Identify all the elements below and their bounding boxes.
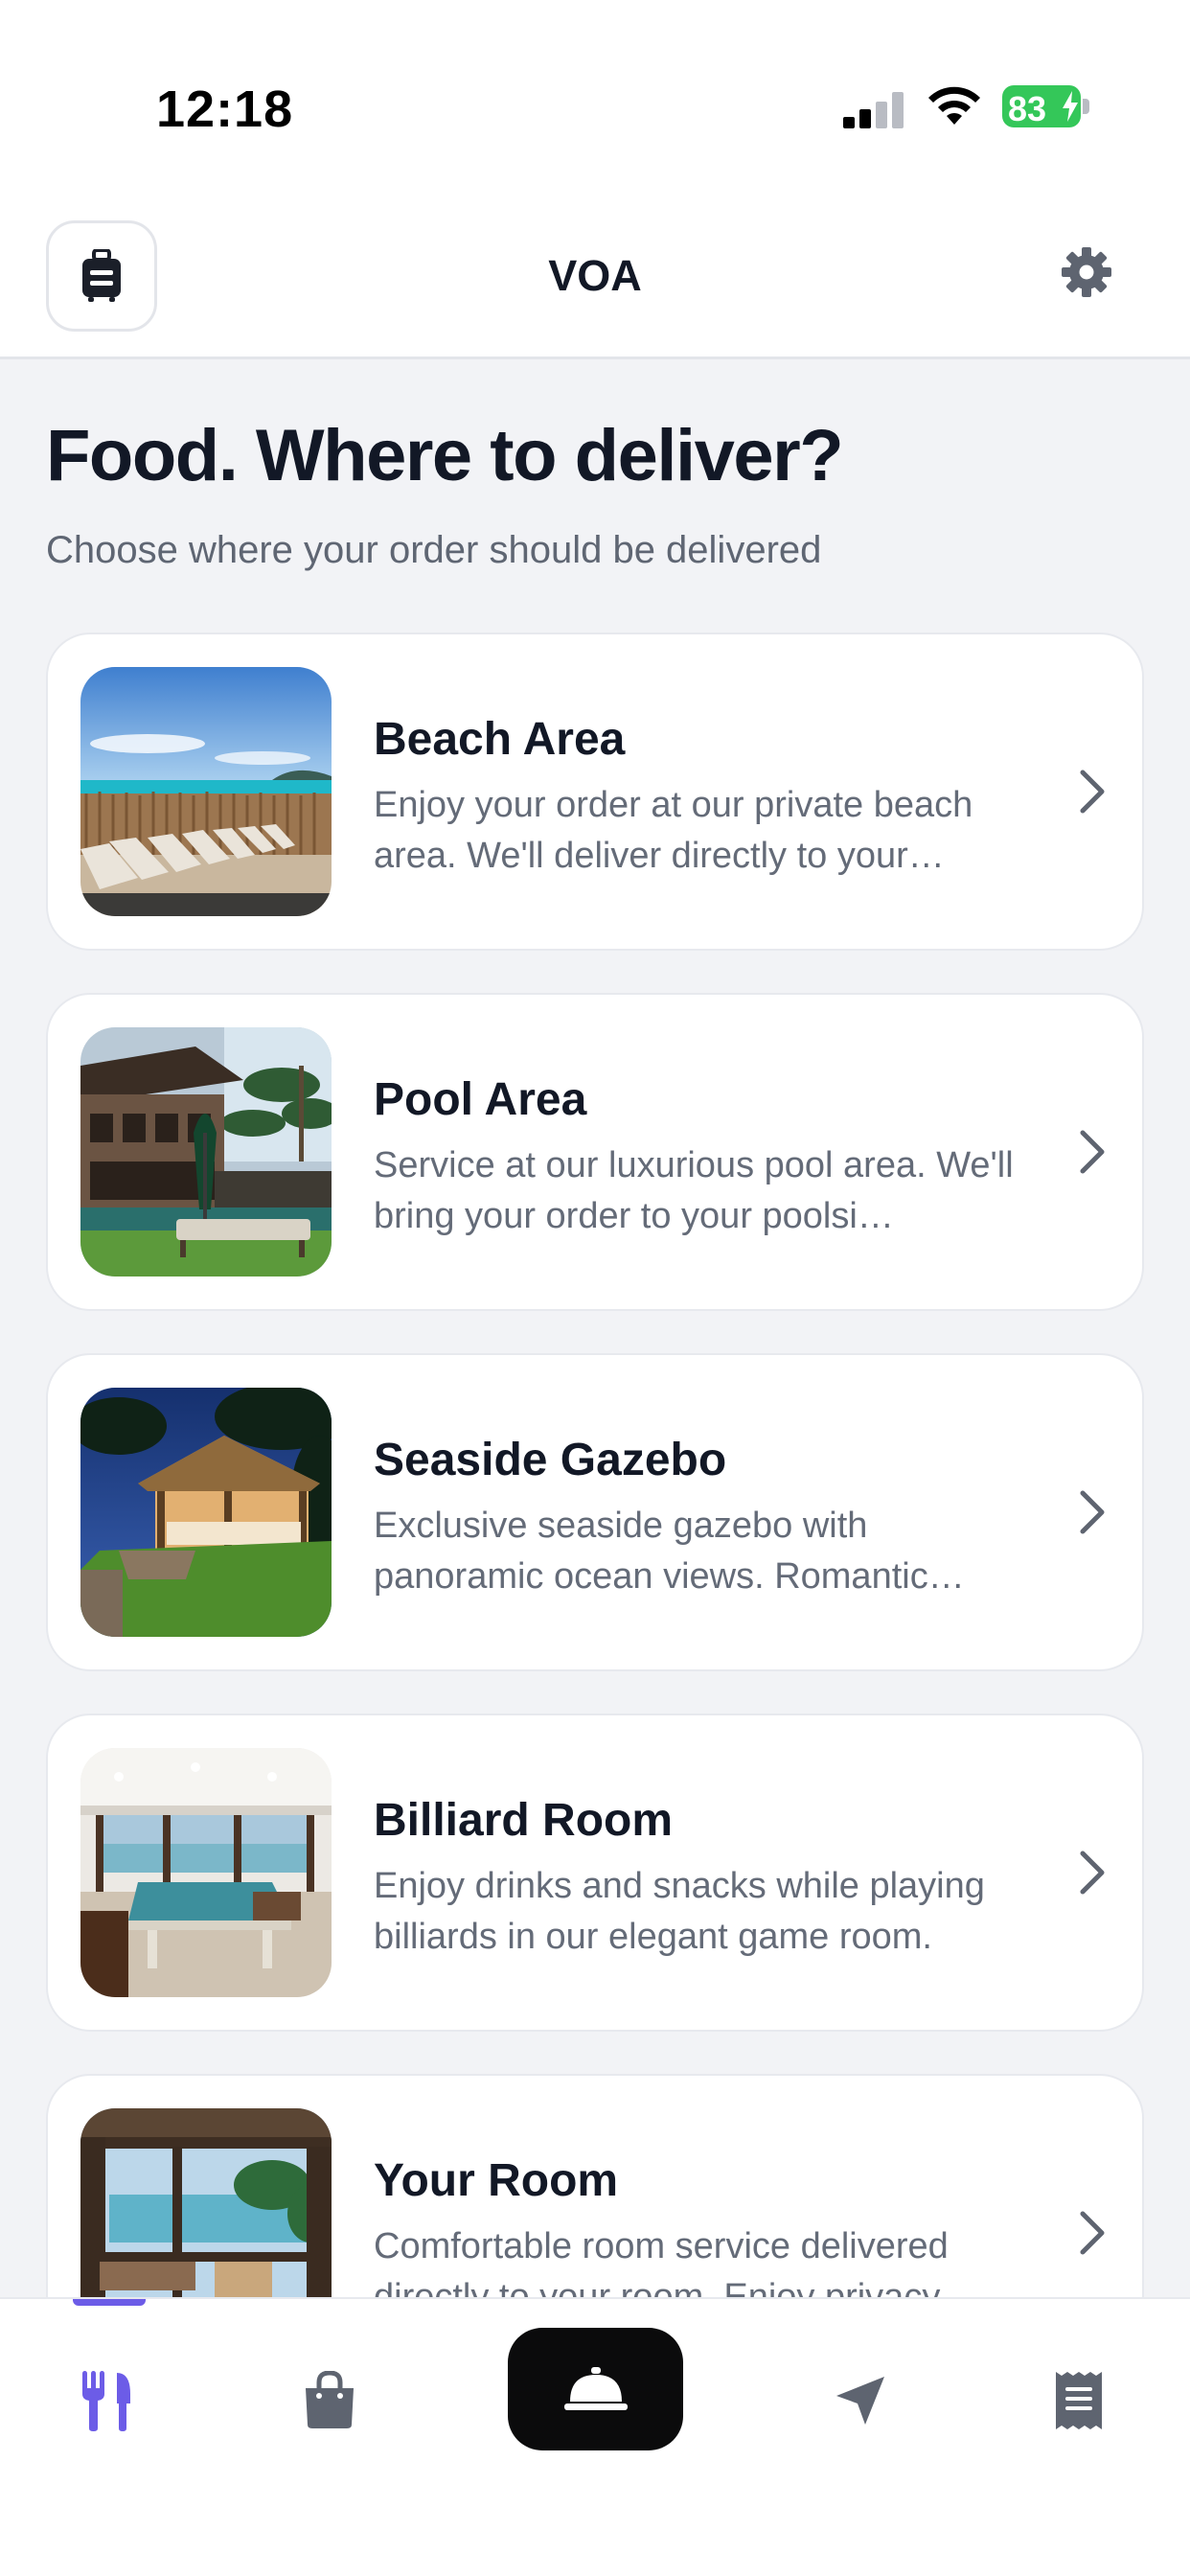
battery-percent: 83 bbox=[1008, 89, 1047, 128]
location-description: Enjoy drinks and snacks while playing bi… bbox=[374, 1866, 985, 1957]
location-description: Exclusive seaside gazebo with panoramic … bbox=[374, 1506, 965, 1597]
location-card-seaside-gazebo[interactable]: Seaside Gazebo Exclusive seaside gazebo … bbox=[46, 1353, 1144, 1671]
tab-shop[interactable] bbox=[272, 2353, 387, 2449]
seaside-gazebo-photo bbox=[80, 1388, 332, 1637]
tab-service[interactable] bbox=[508, 2328, 683, 2450]
location-description: Comfortable room service delivered direc… bbox=[374, 2226, 977, 2297]
gear-icon bbox=[1062, 247, 1111, 297]
status-time: 12:18 bbox=[156, 80, 294, 138]
location-card-billiard-room[interactable]: Billiard Room Enjoy drinks and snacks wh… bbox=[46, 1714, 1144, 2032]
tab-food[interactable] bbox=[52, 2353, 167, 2449]
chevron-right-icon bbox=[1080, 2211, 1105, 2255]
chevron-right-icon bbox=[1080, 1130, 1105, 1174]
your-room-photo bbox=[80, 2108, 332, 2297]
cellular-signal-icon bbox=[843, 92, 904, 128]
bottom-tab-bar bbox=[0, 2297, 1190, 2576]
charging-bolt-icon bbox=[1063, 91, 1078, 122]
location-name: Pool Area bbox=[374, 1074, 587, 1125]
active-tab-indicator bbox=[73, 2299, 146, 2306]
location-card-your-room[interactable]: Your Room Comfortable room service deliv… bbox=[46, 2074, 1144, 2297]
billiard-room-photo bbox=[80, 1748, 332, 1997]
page-subtitle: Choose where your order should be delive… bbox=[46, 529, 822, 571]
fork-knife-icon bbox=[82, 2371, 130, 2431]
app-header: VOA bbox=[0, 201, 1190, 359]
location-card-beach-area[interactable]: Beach Area Enjoy your order at our priva… bbox=[46, 632, 1144, 951]
shopping-bag-icon bbox=[306, 2371, 354, 2428]
receipt-icon bbox=[1056, 2372, 1102, 2429]
settings-button[interactable] bbox=[1058, 243, 1115, 301]
location-name: Your Room bbox=[374, 2155, 619, 2206]
tab-location[interactable] bbox=[803, 2353, 918, 2449]
service-bell-icon bbox=[563, 2367, 628, 2410]
location-name: Billiard Room bbox=[374, 1795, 674, 1846]
chevron-right-icon bbox=[1080, 770, 1105, 814]
tab-orders[interactable] bbox=[1021, 2353, 1136, 2449]
status-bar: 12:18 83 bbox=[0, 0, 1190, 201]
page-title: Food. Where to deliver? bbox=[46, 415, 844, 496]
pool-area-photo bbox=[80, 1027, 332, 1276]
location-name: Beach Area bbox=[374, 714, 626, 765]
beach-area-photo bbox=[80, 667, 332, 916]
app-title: VOA bbox=[548, 251, 642, 300]
chevron-right-icon bbox=[1080, 1851, 1105, 1895]
location-card-pool-area[interactable]: Pool Area Service at our luxurious pool … bbox=[46, 993, 1144, 1311]
wifi-icon bbox=[928, 86, 980, 125]
location-name: Seaside Gazebo bbox=[374, 1435, 727, 1485]
location-description: Service at our luxurious pool area. We'l… bbox=[374, 1145, 1014, 1236]
location-arrow-icon bbox=[836, 2377, 884, 2425]
location-list[interactable]: Beach Area Enjoy your order at our priva… bbox=[46, 632, 1144, 2297]
chevron-right-icon bbox=[1080, 1490, 1105, 1534]
battery-indicator: 83 bbox=[1002, 85, 1090, 128]
location-description: Enjoy your order at our private beach ar… bbox=[374, 785, 973, 876]
